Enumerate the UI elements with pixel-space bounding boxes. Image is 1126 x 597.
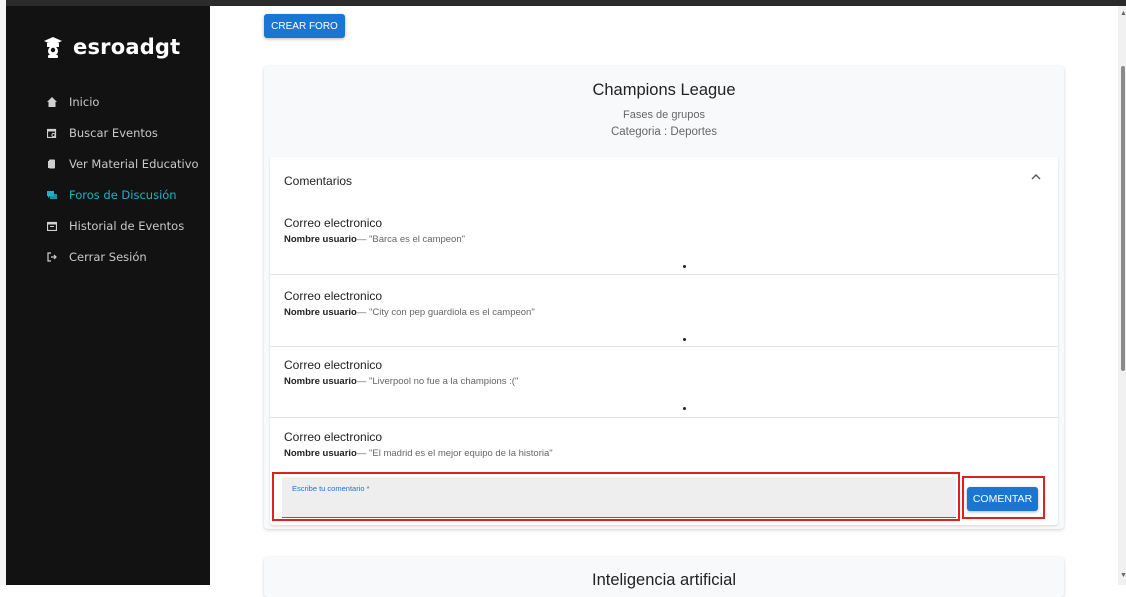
scroll-up-icon[interactable]: ▲ (1120, 10, 1126, 17)
forum-icon (46, 189, 58, 201)
sidebar-item-cerrar-sesion[interactable]: Cerrar Sesión (6, 241, 210, 272)
comment-user: Nombre usuario (284, 234, 357, 245)
sidebar-item-label: Inicio (69, 94, 100, 109)
scroll-down-icon[interactable]: ▼ (1120, 572, 1126, 579)
book-icon (46, 158, 58, 170)
sidebar-item-label: Cerrar Sesión (69, 249, 147, 264)
comment-body: Nombre usuario— "City con pep guardiola … (284, 307, 535, 318)
comment-body: Nombre usuario— "Barca es el campeon" (284, 234, 465, 245)
sidebar-item-buscar-eventos[interactable]: Buscar Eventos (6, 117, 210, 148)
brand-name: esroadgt (73, 35, 181, 59)
sidebar-item-historial[interactable]: Historial de Eventos (6, 210, 210, 241)
comment-user: Nombre usuario (284, 307, 357, 318)
comment-item: Correo electronico Nombre usuario— "Barc… (284, 216, 465, 245)
home-icon (46, 96, 58, 108)
comment-text: — "City con pep guardiola es el campeon" (356, 307, 535, 318)
create-forum-button[interactable]: CREAR FORO (264, 14, 345, 38)
comment-submit-button[interactable]: COMENTAR (967, 487, 1038, 511)
bullet-dot (683, 407, 686, 410)
sidebar-item-foros[interactable]: Foros de Discusión (6, 179, 210, 210)
sidebar-item-label: Ver Material Educativo (69, 156, 199, 171)
highlight-box-input (272, 472, 960, 521)
comment-body: Nombre usuario— "El madrid es el mejor e… (284, 448, 553, 459)
scrollbar-thumb[interactable] (1121, 66, 1125, 371)
forum-title: Champions League (592, 81, 736, 99)
comment-divider (270, 417, 1058, 418)
brand[interactable]: esroadgt (43, 34, 180, 60)
graduation-cap-icon (44, 37, 62, 58)
forum-card: Inteligencia artificial (264, 557, 1064, 597)
comment-email: Correo electronico (284, 430, 383, 444)
forum-subtitle: Fases de grupos (623, 109, 705, 121)
comment-text: — "Barca es el campeon" (356, 234, 465, 245)
calendar-icon (46, 220, 58, 232)
comment-email: Correo electronico (284, 358, 383, 372)
comment-user: Nombre usuario (284, 376, 357, 387)
forum-title: Inteligencia artificial (592, 571, 736, 589)
sidebar-item-label: Foros de Discusión (69, 187, 177, 202)
comment-email: Correo electronico (284, 289, 383, 303)
comment-item: Correo electronico Nombre usuario— "Live… (284, 358, 518, 387)
comment-divider (270, 274, 1058, 275)
sidebar: esroadgt Inicio Buscar Eventos Ver Mater… (6, 6, 210, 585)
comment-text: — "Liverpool no fue a la champions :(" (356, 376, 519, 387)
bullet-dot (683, 338, 686, 341)
forum-category: Categoria : Deportes (610, 126, 718, 138)
comment-text: — "El madrid es el mejor equipo de la hi… (356, 448, 553, 459)
comment-body: Nombre usuario— "Liverpool no fue a la c… (284, 376, 518, 387)
sidebar-item-inicio[interactable]: Inicio (6, 86, 210, 117)
comment-item: Correo electronico Nombre usuario— "City… (284, 289, 535, 318)
calendar-search-icon (46, 127, 58, 139)
logout-icon (46, 251, 58, 263)
bullet-dot (683, 265, 686, 268)
comment-item: Correo electronico Nombre usuario— "El m… (284, 430, 553, 459)
chevron-up-icon[interactable] (1031, 172, 1041, 184)
comment-user: Nombre usuario (284, 448, 357, 459)
comment-divider (270, 346, 1058, 347)
comments-panel-title[interactable]: Comentarios (284, 174, 352, 188)
sidebar-nav: Inicio Buscar Eventos Ver Material Educa… (6, 86, 210, 272)
sidebar-item-label: Buscar Eventos (69, 125, 158, 140)
comments-panel (270, 157, 1058, 525)
sidebar-item-material-educativo[interactable]: Ver Material Educativo (6, 148, 210, 179)
sidebar-item-label: Historial de Eventos (69, 218, 185, 233)
comment-email: Correo electronico (284, 216, 383, 230)
